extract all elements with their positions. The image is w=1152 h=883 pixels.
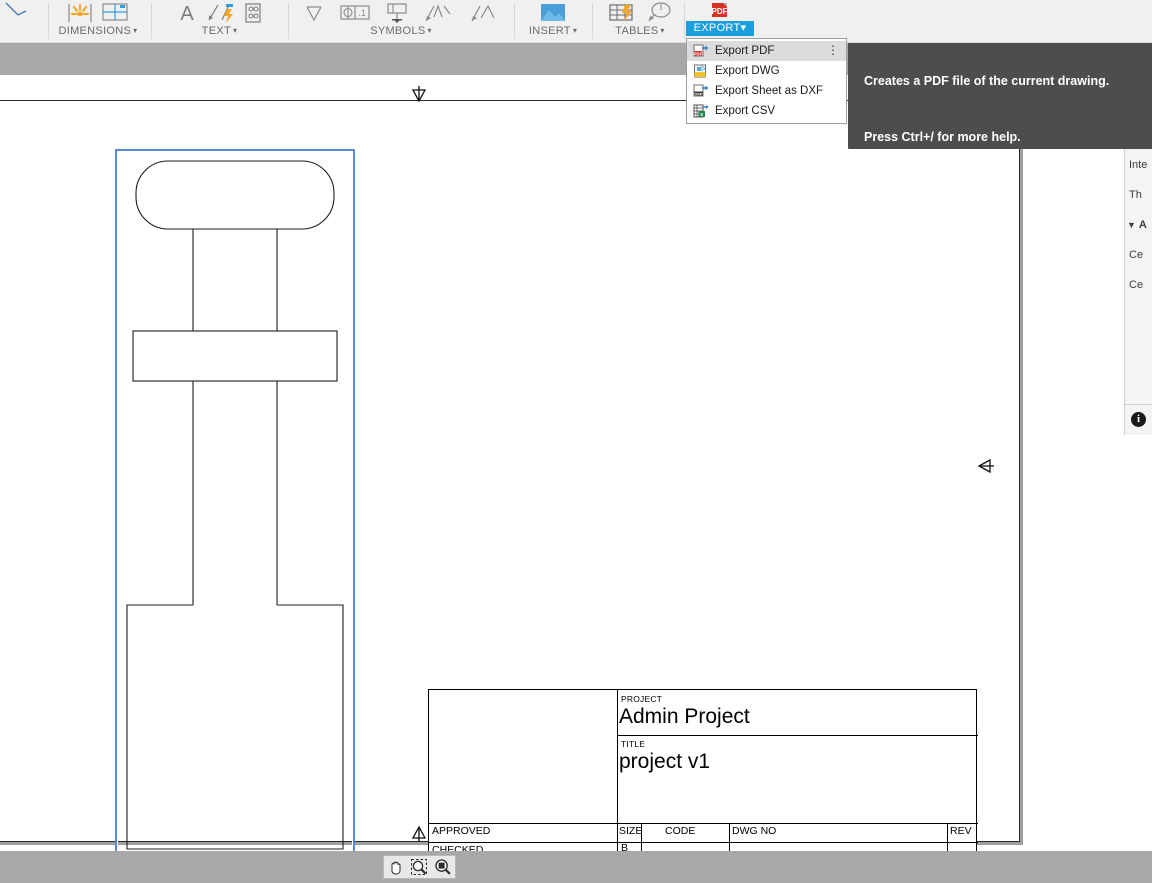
ribbon-divider <box>288 3 289 39</box>
menu-item-label: Export Sheet as DXF <box>715 85 824 97</box>
right-zone-marker <box>976 452 996 485</box>
approved-label: APPROVED <box>432 825 491 837</box>
svg-text:x: x <box>700 112 703 118</box>
table-icon[interactable] <box>607 1 637 25</box>
export-dropdown-menu[interactable]: PDF Export PDF ⋮ Export DWG DXF Export S… <box>686 38 847 124</box>
chevron-down-icon: ▾ <box>572 26 578 35</box>
ribbon-group-symbols[interactable]: .1 SYMBOLS ▾ <box>294 0 508 42</box>
top-zone-marker <box>405 85 433 110</box>
menu-item-label: Export CSV <box>715 105 776 117</box>
zoom-window-icon[interactable] <box>408 857 430 877</box>
ribbon-group-symbols-label: SYMBOLS ▾ <box>370 25 432 37</box>
export-button-label[interactable]: EXPORT▾ <box>686 21 754 36</box>
ribbon-group-tables-label: TABLES ▾ <box>615 25 665 37</box>
export-dwg-icon <box>693 63 709 79</box>
svg-text:A: A <box>180 3 194 25</box>
surface-texture-icon[interactable] <box>302 1 326 25</box>
ribbon-group-insert[interactable]: INSERT ▾ <box>520 0 586 42</box>
panel-footer: i <box>1125 404 1152 435</box>
rev-label: REV <box>950 825 972 837</box>
triangle-down-icon: ▼ <box>1127 220 1136 230</box>
tb-rule <box>947 823 948 851</box>
pan-icon[interactable] <box>385 857 407 877</box>
text-icon[interactable]: A <box>175 1 199 25</box>
project-label: PROJECT <box>621 694 663 704</box>
size-label: SIZE <box>619 825 643 837</box>
baseline-dimension-icon[interactable] <box>100 1 130 25</box>
panel-row-centerline[interactable]: Ce <box>1129 279 1143 291</box>
menu-item-export-csv[interactable]: x Export CSV <box>687 101 846 121</box>
ribbon-group-dimensions-label: DIMENSIONS ▾ <box>58 25 138 37</box>
feature-control-frame-icon[interactable]: .1 <box>338 1 372 25</box>
menu-item-label: Export PDF <box>715 45 775 57</box>
more-options-icon[interactable]: ⋮ <box>827 44 839 57</box>
title-label: TITLE <box>621 739 646 749</box>
panel-section-annotations[interactable]: ▼ A <box>1127 219 1147 231</box>
chevron-down-icon: ▾ <box>232 26 238 35</box>
leader-text-icon[interactable] <box>205 1 235 25</box>
datum-identifier-icon[interactable] <box>384 1 410 25</box>
leader-line-icon[interactable] <box>0 0 34 26</box>
ribbon-group-text[interactable]: A TEXT ▾ <box>157 0 282 42</box>
tb-rule <box>617 690 618 851</box>
export-pdf-icon[interactable]: PDF <box>707 0 733 22</box>
ribbon-divider <box>592 3 593 39</box>
ribbon-divider <box>514 3 515 39</box>
tooltip-help-hint: Press Ctrl+/ for more help. <box>864 130 1021 144</box>
ribbon-toolbar: DIMENSIONS ▾ A TEXT ▾ .1 SYMBOLS ▾ INSER… <box>0 0 1152 43</box>
export-csv-icon: x <box>693 103 709 119</box>
chevron-down-icon: ▾ <box>660 26 665 35</box>
weld-symbol-icon[interactable] <box>422 1 456 25</box>
ribbon-group-text-label: TEXT ▾ <box>201 25 238 37</box>
panel-row-thread-edges[interactable]: Th <box>1129 189 1142 201</box>
info-icon[interactable]: i <box>1131 412 1146 427</box>
leader-symbol-icon[interactable] <box>468 1 500 25</box>
chevron-down-icon: ▾ <box>740 22 747 34</box>
tb-rule <box>729 823 730 851</box>
export-pdf-tooltip: Creates a PDF file of the current drawin… <box>848 43 1152 149</box>
drawing-canvas[interactable]: PROJECT Admin Project TITLE project v1 A… <box>0 43 1152 851</box>
chevron-down-icon: ▾ <box>427 26 432 35</box>
tooltip-description: Creates a PDF file of the current drawin… <box>864 74 1110 88</box>
bottom-status-bar <box>0 851 1152 883</box>
title-value[interactable]: project v1 <box>619 750 710 774</box>
svg-text:.1: .1 <box>358 8 366 18</box>
zoom-fit-icon[interactable] <box>432 857 454 877</box>
panel-row-interference-edges[interactable]: Inte <box>1129 159 1147 171</box>
menu-item-label: Export DWG <box>715 65 780 77</box>
tb-rule <box>617 735 978 736</box>
tb-rule <box>429 842 978 843</box>
dwg-no-label: DWG NO <box>732 825 777 837</box>
chevron-down-icon: ▾ <box>133 26 138 35</box>
project-value[interactable]: Admin Project <box>619 705 750 729</box>
ribbon-divider <box>684 3 685 39</box>
ribbon-divider <box>48 3 49 39</box>
insert-image-icon[interactable] <box>538 1 568 25</box>
panel-row-center-mark[interactable]: Ce <box>1129 249 1143 261</box>
menu-item-export-pdf[interactable]: PDF Export PDF ⋮ <box>687 41 846 61</box>
checked-label: CHECKED <box>432 844 484 851</box>
ribbon-group-dimensions[interactable]: DIMENSIONS ▾ <box>52 0 144 42</box>
ribbon-group-partial <box>0 0 34 42</box>
svg-text:DXF: DXF <box>694 91 703 96</box>
code-label: CODE <box>665 825 696 837</box>
ribbon-group-tables[interactable]: TABLES ▾ <box>598 0 682 42</box>
tb-rule <box>429 823 978 824</box>
svg-text:PDF: PDF <box>712 7 728 16</box>
view-selection-inner-outline <box>117 151 353 851</box>
view-navigation-toolbar[interactable] <box>383 855 456 879</box>
title-block[interactable]: PROJECT Admin Project TITLE project v1 A… <box>428 689 978 851</box>
menu-item-export-sheet-as-dxf[interactable]: DXF Export Sheet as DXF <box>687 81 846 101</box>
revision-tag-icon[interactable] <box>645 1 673 25</box>
export-dxf-icon: DXF <box>693 83 709 99</box>
svg-text:PDF: PDF <box>694 51 703 56</box>
export-pdf-icon: PDF <box>693 43 709 59</box>
menu-item-export-dwg[interactable]: Export DWG <box>687 61 846 81</box>
ribbon-group-insert-label: INSERT ▾ <box>528 25 578 37</box>
auto-dimension-icon[interactable] <box>66 1 94 25</box>
ribbon-divider <box>151 3 152 39</box>
text-table-icon[interactable] <box>241 1 265 25</box>
size-value[interactable]: B <box>621 842 628 851</box>
